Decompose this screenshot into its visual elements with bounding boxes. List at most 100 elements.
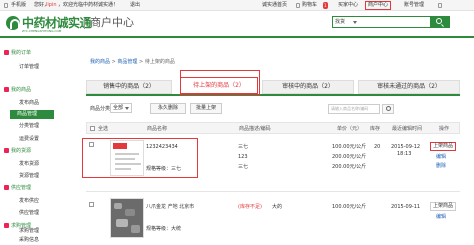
thumb-texture xyxy=(116,219,128,227)
tab-under-review[interactable]: 审核中的商品（2） xyxy=(262,80,354,94)
keyword-input[interactable]: 请输入商品名称/编码 xyxy=(328,104,380,114)
product-desc: 三七 xyxy=(238,164,249,170)
topbar-link-buyer-center[interactable]: 买家中心 xyxy=(338,2,358,9)
breadcrumb-sep: > xyxy=(111,59,116,65)
chevron-down-icon xyxy=(353,21,357,24)
orders-icon xyxy=(4,50,9,55)
section-title: 商户中心 xyxy=(90,16,134,29)
product-name[interactable]: 八爪金龙 产地 北京市 xyxy=(146,204,194,211)
highlight-box-product xyxy=(82,138,198,178)
purchase-icon xyxy=(4,223,9,228)
product-spec: 规格等级：大统 xyxy=(146,226,182,232)
sources-icon xyxy=(4,148,9,153)
search-scope-label: 找货 xyxy=(335,19,346,25)
thumb-texture xyxy=(131,225,140,233)
site-logo[interactable]: 中药材诚实通 ZYC.CHENGSHITONG.COM xyxy=(6,15,92,33)
tab-review-rejected[interactable]: 审核未通过的商品（2） xyxy=(358,80,460,94)
topbar-link-merchant-center[interactable]: 商户中心 xyxy=(365,1,392,10)
search-button[interactable] xyxy=(430,16,450,28)
sidebar-item-purchase-info[interactable]: 采购信息 xyxy=(12,236,56,245)
product-status-tabs: 销售中的商品（2） 待上架的商品（2） 审核中的商品（2） 审核未通过的商品（2… xyxy=(86,76,460,96)
table-header: 全选 商品名称 商品描述/编码 单价（元） 库存 最近编辑时间 操作 xyxy=(86,122,460,134)
tab-on-sale[interactable]: 销售中的商品（2） xyxy=(86,80,172,94)
account-icon xyxy=(438,3,442,8)
category-filter-label: 商品分类 xyxy=(90,106,111,112)
publish-product-button[interactable]: 上架商品 xyxy=(430,202,457,211)
logo-subtext: ZYC.CHENGSHITONG.COM xyxy=(22,29,62,33)
product-thumbnail[interactable] xyxy=(110,198,144,238)
logout-link[interactable]: 退出 xyxy=(130,2,140,9)
mobile-icon xyxy=(4,3,8,8)
sidebar-item-supply-manage[interactable]: 供应管理 xyxy=(12,209,56,218)
supply-icon xyxy=(4,185,9,190)
batch-publish-button[interactable]: 批量上架 xyxy=(190,103,222,114)
logo-mark-icon xyxy=(6,16,20,30)
breadcrumb-product-manage[interactable]: 商品管理 xyxy=(117,59,137,65)
edit-link[interactable]: 编辑 xyxy=(436,214,446,221)
col-select-all: 全选 xyxy=(98,126,109,132)
welcome-text: ，欢迎光临中药材诚实通！ xyxy=(58,2,119,8)
sidebar-item-product-manage[interactable]: 商品管理 xyxy=(10,110,54,119)
topbar-link-home[interactable]: 诚实通首页 xyxy=(262,2,287,9)
updated-date: 2015-09-12 xyxy=(391,144,421,150)
stock-warning: (库存不足) xyxy=(238,204,262,210)
header-divider-bar xyxy=(0,36,474,38)
highlight-box-tab xyxy=(180,70,260,96)
cart-icon xyxy=(296,3,300,8)
sidebar-item-shipping-settings[interactable]: 运费设置 xyxy=(12,135,56,144)
select-all-checkbox[interactable] xyxy=(90,126,95,131)
sidebar-item-order-manage[interactable]: 订单管理 xyxy=(12,63,56,72)
sidebar-group-supply: 供应管理 xyxy=(4,185,31,192)
col-description: 商品描述/编码 xyxy=(239,126,271,132)
search-scope-select[interactable]: 找货 xyxy=(335,18,357,27)
col-actions: 操作 xyxy=(439,126,450,132)
row-checkbox[interactable] xyxy=(89,202,94,207)
sidebar-group-products: 我的商品 xyxy=(4,87,31,94)
updated-time: 18:13 xyxy=(397,151,412,157)
breadcrumb-current: 待上架的商品 xyxy=(144,59,175,65)
chevron-down-icon xyxy=(125,107,129,110)
category-filter-select[interactable]: 全部 xyxy=(110,103,132,113)
sidebar-item-publish-product[interactable]: 发布商品 xyxy=(12,99,56,108)
filter-bar: 商品分类 全部 永久删除 批量上架 xyxy=(86,102,460,116)
sidebar-item-publish-source[interactable]: 发布货源 xyxy=(12,160,56,169)
sidebar-item-source-manage[interactable]: 货源管理 xyxy=(12,172,56,181)
username[interactable]: lipin xyxy=(46,2,57,9)
publish-product-button[interactable]: 上架商品 xyxy=(430,142,457,151)
permanent-delete-button[interactable]: 永久删除 xyxy=(150,103,186,114)
breadcrumb-sep: > xyxy=(139,59,144,65)
col-product-name: 商品名称 xyxy=(147,126,168,132)
search-input[interactable] xyxy=(359,18,429,27)
cart-count-badge: 1 xyxy=(323,2,328,9)
thumb-texture xyxy=(125,209,135,216)
logo-text: 中药材诚实通 xyxy=(22,16,92,30)
price: 100.00元/公斤 xyxy=(332,204,367,210)
search-icon xyxy=(386,106,391,111)
edit-link[interactable]: 编辑 xyxy=(436,154,446,161)
search-box: 找货 xyxy=(332,16,450,28)
search-icon xyxy=(436,18,442,24)
product-desc: 三七 xyxy=(238,144,249,150)
col-updated: 最近编辑时间 xyxy=(392,126,423,132)
sidebar-item-purchase-manage[interactable]: 求购管理 xyxy=(12,227,56,236)
sidebar-item-publish-supply[interactable]: 发布供应 xyxy=(12,197,56,206)
sidebar-group-orders: 我的订单 xyxy=(4,50,31,57)
keyword-search-button[interactable] xyxy=(382,104,394,114)
product-code: 123 xyxy=(238,154,248,160)
table-row: 八爪金龙 产地 北京市 规格等级：大统 (库存不足) 大的 100.00元/公斤… xyxy=(86,194,460,243)
product-desc: 大的 xyxy=(272,204,283,210)
top-utility-bar: 手机版 您好， lipin ，欢迎光临中药材诚实通！ 退出 诚实通首页 购物车 … xyxy=(0,0,474,11)
topbar-link-cart[interactable]: 购物车 xyxy=(302,2,317,9)
header-divider xyxy=(84,18,85,29)
breadcrumb: 我的商品 > 商品管理 > 待上架的商品 xyxy=(90,58,175,65)
delete-link[interactable]: 删除 xyxy=(436,163,446,170)
topbar-link-account[interactable]: 账号管理 xyxy=(404,2,424,9)
updated-date: 2015-09-11 xyxy=(391,204,421,210)
mobile-link[interactable]: 手机版 xyxy=(11,2,26,9)
col-price: 单价（元） xyxy=(337,126,363,132)
col-stock: 库存 xyxy=(370,126,381,132)
breadcrumb-my-products[interactable]: 我的商品 xyxy=(90,59,110,65)
price: 100.00元/公斤 xyxy=(332,144,367,150)
sidebar-item-category-manage[interactable]: 分类管理 xyxy=(12,122,56,131)
sidebar: 我的订单 订单管理 我的商品 发布商品 商品管理 分类管理 运费设置 我的货源 … xyxy=(0,44,60,243)
